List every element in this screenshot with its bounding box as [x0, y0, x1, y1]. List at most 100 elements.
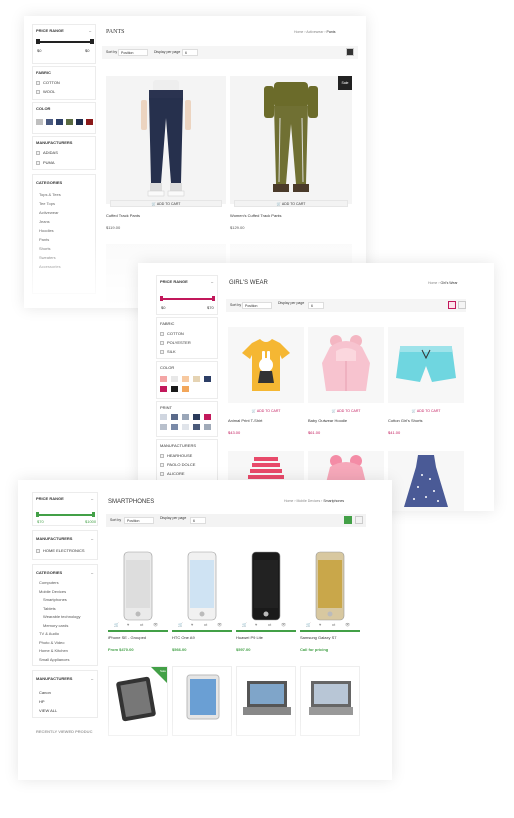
category-item[interactable]: Photo & Video — [39, 640, 65, 645]
display-select[interactable]: 6 — [182, 49, 198, 56]
category-item[interactable]: Accessories — [39, 265, 61, 269]
product-name[interactable]: Animal Print T-Shirt — [228, 419, 262, 423]
product-card[interactable] — [172, 666, 232, 736]
color-swatch[interactable] — [171, 386, 178, 392]
compare-icon[interactable]: ⇄ — [268, 622, 271, 627]
category-item[interactable]: Mobile Devices — [39, 589, 66, 594]
category-item[interactable]: Activewear — [39, 211, 59, 215]
add-to-cart-button[interactable]: 🛒 ADD TO CART — [234, 200, 348, 207]
compare-icon[interactable]: ⇄ — [332, 622, 335, 627]
sort-select[interactable]: Position — [242, 302, 272, 309]
collapse-icon[interactable]: – — [91, 571, 93, 575]
price-slider[interactable] — [37, 514, 95, 516]
quickview-icon[interactable]: 👁 — [281, 622, 286, 627]
slider-handle-max[interactable] — [90, 39, 94, 44]
list-view-icon[interactable] — [355, 516, 363, 524]
collapse-icon[interactable]: – — [91, 537, 93, 541]
slider-handle-min[interactable] — [36, 512, 39, 517]
product-card[interactable]: Sale 🛒 ADD TO CART Women's Cuffed Track … — [230, 76, 352, 242]
product-image[interactable] — [108, 544, 168, 628]
product-card[interactable] — [300, 666, 360, 736]
category-item[interactable]: Memory cards — [43, 623, 68, 628]
add-to-cart-button[interactable]: 🛒 ADD TO CART — [392, 407, 460, 414]
cart-icon[interactable]: 🛒 — [178, 622, 183, 627]
product-card[interactable]: 🛒 ADD TO CART Cotton Girl's Shorts $41.0… — [388, 327, 464, 447]
slider-handle-min[interactable] — [36, 39, 40, 44]
breadcrumb-item[interactable]: Home — [294, 30, 303, 34]
product-card[interactable]: 🛒 ADD TO CART Cuffed Track Pants $119.00 — [106, 76, 226, 242]
cart-icon[interactable]: 🛒 — [242, 622, 247, 627]
product-image[interactable] — [172, 544, 232, 628]
category-item[interactable]: Shorts — [39, 247, 51, 251]
category-item[interactable]: TV & Audio — [39, 632, 59, 636]
fabric-checkbox-wool[interactable] — [36, 90, 40, 94]
print-swatch[interactable] — [171, 414, 178, 420]
breadcrumb-item[interactable]: Mobile Devices — [296, 499, 320, 503]
category-item[interactable]: Tee Tops — [39, 202, 55, 206]
product-name[interactable]: Women's Cuffed Track Pants — [230, 214, 282, 218]
category-item[interactable]: Tops & Tees — [39, 193, 61, 197]
color-swatch[interactable] — [66, 119, 73, 125]
color-swatch[interactable] — [86, 119, 93, 125]
product-image[interactable] — [236, 544, 296, 628]
display-select[interactable]: 6 — [190, 517, 206, 524]
breadcrumb-item[interactable]: Home — [284, 499, 293, 503]
fabric-checkbox-cotton[interactable] — [36, 81, 40, 85]
cart-icon[interactable]: 🛒 — [306, 622, 311, 627]
compare-icon[interactable]: ⇄ — [140, 622, 143, 627]
product-card[interactable]: 🛒 ♥ ⇄ 👁 Samsung Galaxy S7 Call for pricing — [300, 544, 360, 658]
add-to-cart-button[interactable]: 🛒 ADD TO CART — [232, 407, 300, 414]
product-image[interactable] — [106, 76, 226, 204]
color-swatch[interactable] — [204, 376, 211, 382]
manufacturer-checkbox[interactable] — [36, 549, 40, 553]
product-name[interactable]: Baby Outwear Hoodie — [308, 419, 347, 423]
slider-handle-min[interactable] — [160, 296, 163, 301]
collapse-icon[interactable]: – — [91, 677, 93, 681]
color-swatch[interactable] — [160, 376, 167, 382]
print-swatch[interactable] — [193, 424, 200, 430]
print-swatch[interactable] — [193, 414, 200, 420]
product-card[interactable]: 🛒 ♥ ⇄ 👁 HTC One A9 $566.00 — [172, 544, 232, 658]
product-name[interactable]: iPhone SE - Grouped — [108, 636, 146, 640]
category-item[interactable]: Jeans — [39, 220, 50, 224]
product-card[interactable] — [388, 451, 464, 511]
sort-select[interactable]: Position — [118, 49, 148, 56]
cart-icon[interactable]: 🛒 — [114, 622, 119, 627]
product-card[interactable]: 🛒 ♥ ⇄ 👁 Huawei P9 Lite $597.00 — [236, 544, 296, 658]
print-swatch[interactable] — [182, 414, 189, 420]
print-swatch[interactable] — [160, 414, 167, 420]
color-swatch[interactable] — [36, 119, 43, 125]
slider-handle-max[interactable] — [92, 512, 95, 517]
wishlist-icon[interactable]: ♥ — [127, 622, 129, 627]
print-swatch[interactable] — [204, 414, 211, 420]
manufacturer-checkbox[interactable] — [160, 463, 164, 467]
wishlist-icon[interactable]: ♥ — [191, 622, 193, 627]
category-item[interactable]: Small Appliances — [39, 657, 69, 662]
product-name[interactable]: Huawei P9 Lite — [236, 636, 263, 640]
wishlist-icon[interactable]: ♥ — [255, 622, 257, 627]
product-image[interactable] — [388, 327, 464, 403]
display-select[interactable]: 6 — [308, 302, 324, 309]
category-item[interactable]: Hoodies — [39, 229, 54, 233]
product-name[interactable]: Samsung Galaxy S7 — [300, 636, 336, 640]
collapse-icon[interactable]: – — [89, 29, 91, 33]
category-item[interactable]: Smartphones — [43, 598, 67, 602]
color-swatch[interactable] — [46, 119, 53, 125]
manufacturer-checkbox-puma[interactable] — [36, 161, 40, 165]
product-card[interactable]: 🛒 ADD TO CART Baby Outwear Hoodie $61.00 — [308, 327, 384, 447]
manufacturer-item[interactable]: HP — [39, 700, 45, 704]
category-item[interactable]: Computers — [39, 581, 59, 585]
breadcrumb-item[interactable]: Activewear — [306, 30, 323, 34]
color-swatch[interactable] — [193, 376, 200, 382]
wishlist-icon[interactable]: ♥ — [319, 622, 321, 627]
product-name[interactable]: Cuffed Track Pants — [106, 214, 140, 218]
manufacturer-checkbox-adidas[interactable] — [36, 151, 40, 155]
product-image[interactable] — [308, 327, 384, 403]
color-swatch[interactable] — [182, 376, 189, 382]
collapse-icon[interactable]: – — [91, 497, 93, 501]
fabric-checkbox[interactable] — [160, 350, 164, 354]
print-swatch[interactable] — [204, 424, 211, 430]
product-image[interactable] — [230, 76, 352, 204]
category-item[interactable]: Pants — [39, 238, 49, 242]
product-image[interactable] — [228, 327, 304, 403]
